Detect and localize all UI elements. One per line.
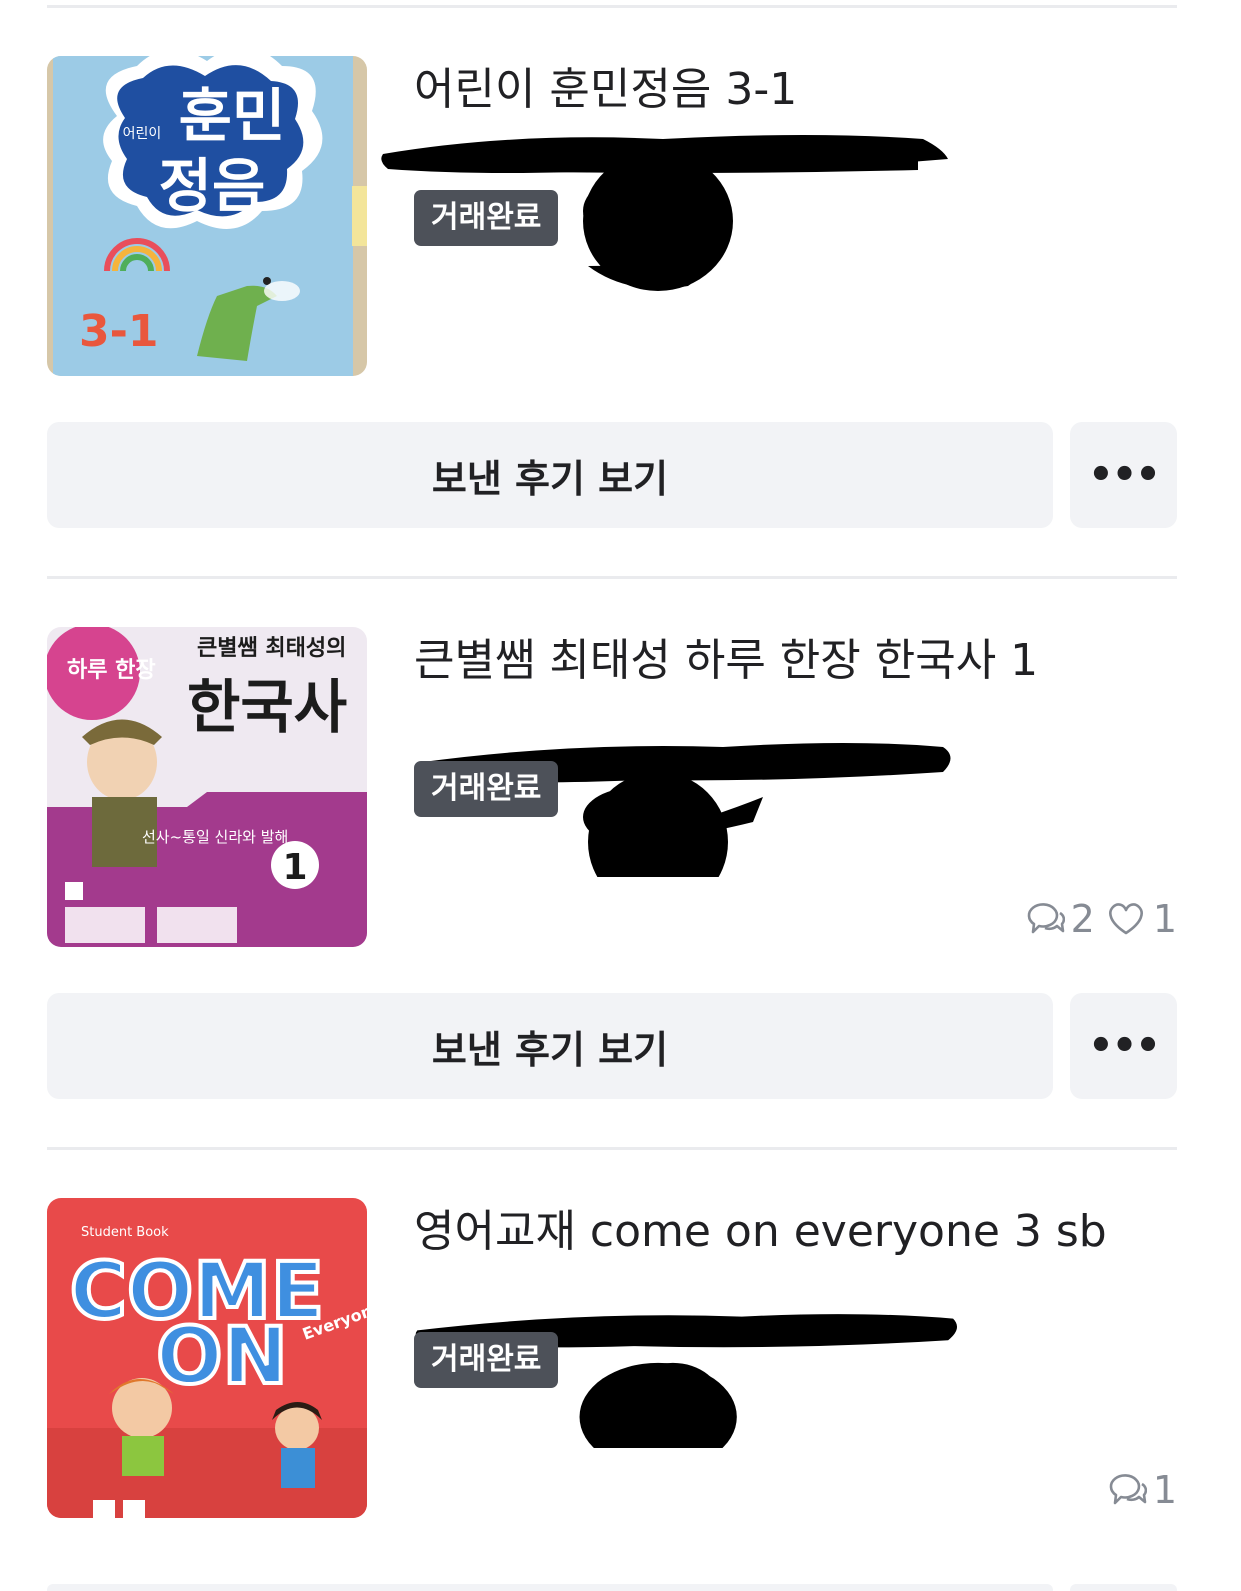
more-icon[interactable]: ••• (1070, 993, 1177, 1099)
book-cover-hunminjeongeum: 훈민 정음 어린이 3-1 (47, 56, 367, 376)
cover-title-line2: ON (156, 1312, 288, 1402)
divider (47, 5, 1177, 8)
cover-grade: 3-1 (79, 306, 159, 357)
chat-bubble-icon (1109, 1474, 1147, 1505)
heart-icon (1108, 903, 1143, 935)
item-stats: 2 1 (1023, 891, 1177, 947)
next-item-button-edge (1070, 1584, 1177, 1591)
item-thumbnail[interactable]: 큰별쌤 최태성의 하루 한장 한국사 선사~통일 신라와 발해 1 (47, 627, 367, 947)
more-icon[interactable]: ••• (1070, 422, 1177, 528)
cover-title-line1: 훈민 (179, 82, 286, 150)
item-stats: 1 (1105, 1462, 1177, 1518)
view-review-button[interactable]: 보낸 후기 보기 (47, 422, 1053, 528)
chat-bubble-icon (1027, 903, 1065, 934)
book-cover-come-on: Student Book COME ON Everyone (47, 1198, 367, 1518)
status-badge: 거래완료 (414, 761, 559, 817)
cover-subtitle: 선사~통일 신라와 발해 (142, 828, 288, 846)
item-thumbnail[interactable]: 훈민 정음 어린이 3-1 (47, 56, 367, 376)
chat-count-value: 1 (1152, 1468, 1177, 1512)
cover-corner-text: Student Book (81, 1225, 169, 1240)
cover-title-line2: 정음 (159, 152, 266, 220)
next-item-button-edge (47, 1584, 1053, 1591)
view-review-button[interactable]: 보낸 후기 보기 (47, 993, 1053, 1099)
item-title[interactable]: 어린이 훈민정음 3-1 (414, 60, 797, 120)
cover-top-text: 큰별쌤 최태성의 (197, 636, 346, 661)
item-title[interactable]: 영어교재 come on everyone 3 sb (414, 1202, 1107, 1262)
chat-count: 2 (1023, 897, 1095, 941)
status-badge: 거래완료 (414, 1332, 559, 1388)
cover-prefix: 어린이 (123, 126, 162, 142)
like-count-value: 1 (1152, 897, 1177, 941)
cover-volume: 1 (282, 847, 307, 888)
divider (47, 576, 1177, 579)
status-badge: 거래완료 (414, 190, 559, 246)
item-title[interactable]: 큰별쌤 최태성 하루 한장 한국사 1 (414, 631, 1038, 691)
like-count: 1 (1105, 897, 1177, 941)
cover-main-title: 한국사 (187, 673, 347, 741)
divider (47, 1147, 1177, 1150)
book-cover-hankuksa: 큰별쌤 최태성의 하루 한장 한국사 선사~통일 신라와 발해 1 (47, 627, 367, 947)
item-thumbnail[interactable]: Student Book COME ON Everyone (47, 1198, 367, 1518)
chat-count-value: 2 (1070, 897, 1095, 941)
cover-side-text: 하루 한장 (67, 658, 156, 683)
chat-count: 1 (1105, 1468, 1177, 1512)
